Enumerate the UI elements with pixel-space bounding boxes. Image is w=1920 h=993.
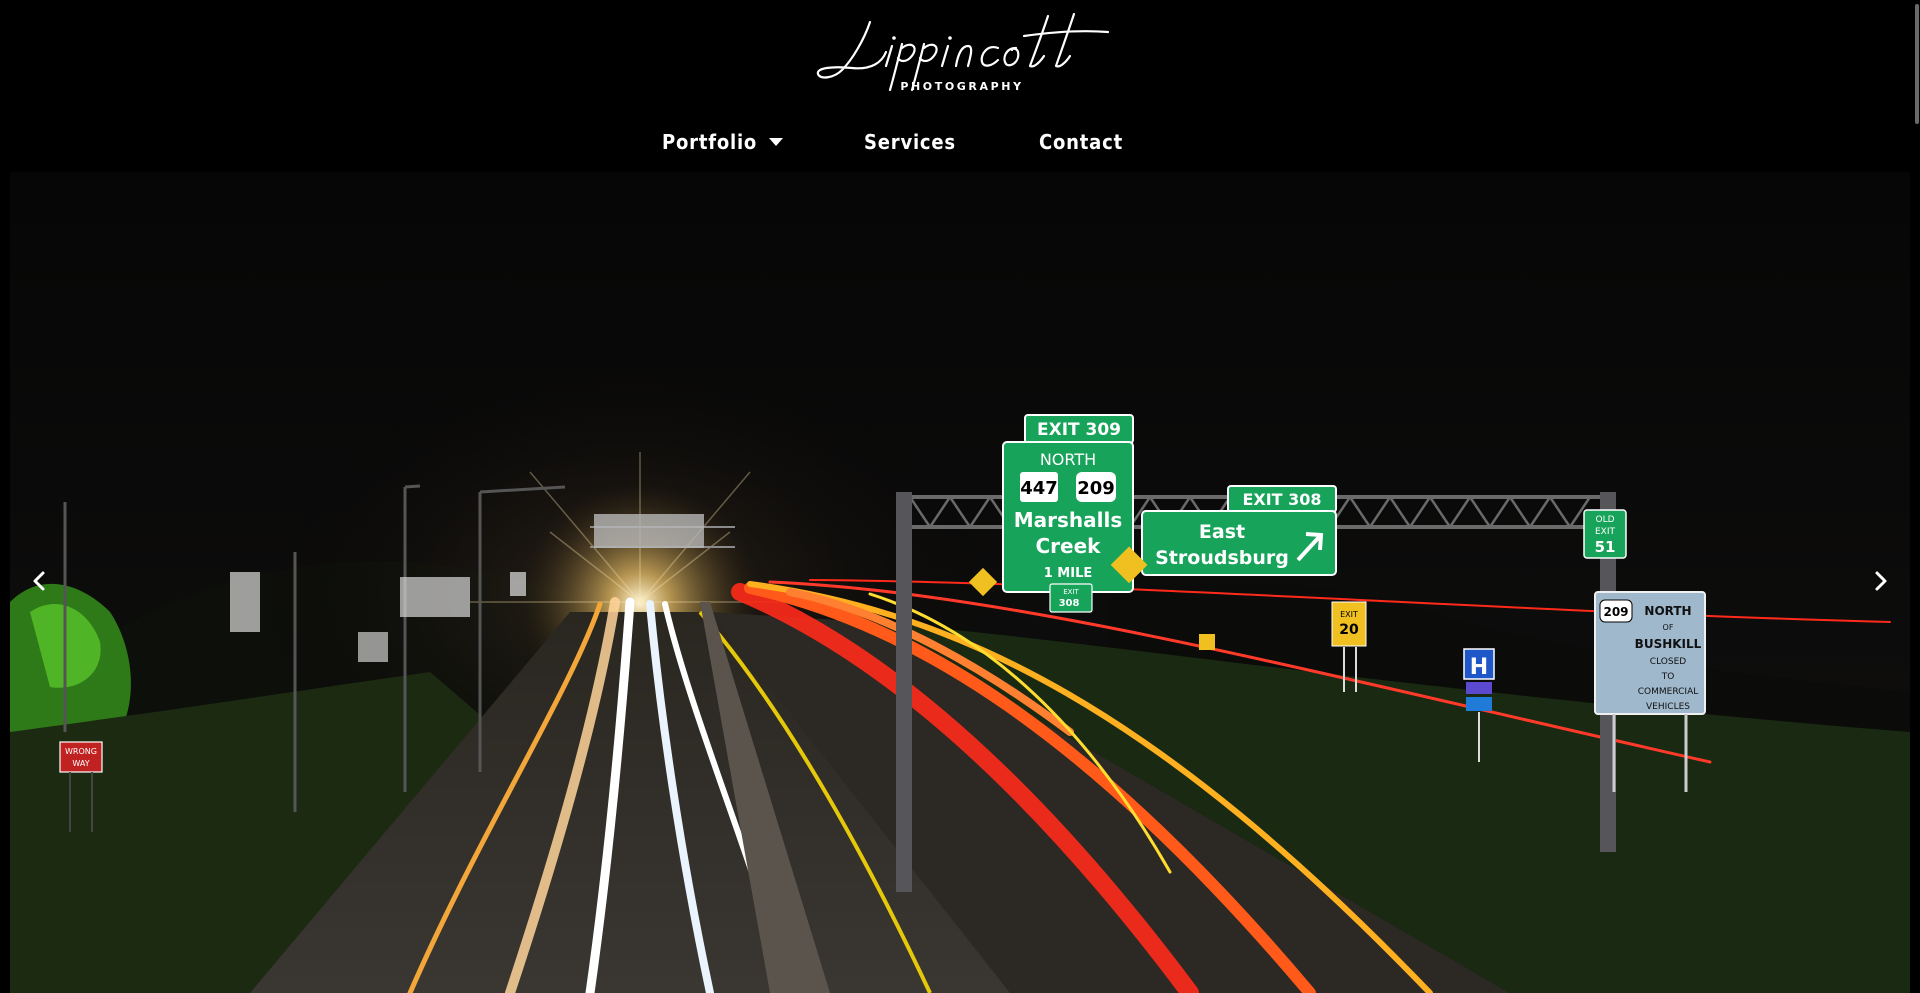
svg-text:COMMERCIAL: COMMERCIAL bbox=[1638, 687, 1699, 697]
svg-text:BUSHKILL: BUSHKILL bbox=[1635, 637, 1702, 651]
svg-text:H: H bbox=[1470, 655, 1488, 680]
svg-text:Creek: Creek bbox=[1036, 534, 1102, 558]
nav-item-services[interactable]: Services bbox=[864, 126, 956, 158]
svg-text:209: 209 bbox=[1603, 605, 1628, 619]
site-logo[interactable]: PHOTOGRAPHY bbox=[812, 10, 1112, 100]
small-exit-308-sign: EXIT 308 bbox=[1049, 583, 1093, 613]
hero-photo: WRONG WAY EXIT 309 NORTH 447 209 Marshal… bbox=[10, 172, 1910, 993]
old-exit-51-sign: OLD EXIT 51 bbox=[1583, 509, 1627, 559]
hero-slider: WRONG WAY EXIT 309 NORTH 447 209 Marshal… bbox=[10, 172, 1910, 993]
nav-item-portfolio-label: Portfolio bbox=[662, 130, 758, 154]
svg-text:EXIT: EXIT bbox=[1063, 588, 1079, 596]
svg-text:WAY: WAY bbox=[72, 759, 89, 768]
svg-text:51: 51 bbox=[1595, 538, 1616, 556]
logo-subtitle: PHOTOGRAPHY bbox=[900, 80, 1024, 93]
nav-item-portfolio[interactable]: Portfolio bbox=[662, 126, 784, 158]
svg-text:OLD: OLD bbox=[1595, 515, 1614, 525]
page-scrollbar[interactable] bbox=[1914, 0, 1920, 993]
scrollbar-thumb[interactable] bbox=[1915, 4, 1919, 124]
nav-item-contact[interactable]: Contact bbox=[1039, 126, 1123, 158]
svg-text:WRONG: WRONG bbox=[65, 747, 97, 756]
svg-text:OF: OF bbox=[1663, 623, 1674, 632]
svg-text:1 MILE: 1 MILE bbox=[1044, 566, 1093, 581]
slider-prev-button[interactable] bbox=[24, 566, 54, 596]
svg-text:EXIT 308: EXIT 308 bbox=[1242, 490, 1321, 509]
svg-text:209: 209 bbox=[1077, 478, 1115, 499]
site-header: PHOTOGRAPHY Portfolio Services Contact bbox=[0, 0, 1920, 172]
svg-text:EXIT 309: EXIT 309 bbox=[1037, 420, 1121, 440]
roadside-sign bbox=[230, 572, 260, 632]
svg-text:VEHICLES: VEHICLES bbox=[1646, 702, 1690, 712]
chevron-right-icon bbox=[1875, 571, 1887, 591]
svg-text:NORTH: NORTH bbox=[1040, 450, 1096, 469]
svg-text:EXIT: EXIT bbox=[1595, 527, 1616, 537]
caret-down-icon bbox=[769, 137, 784, 146]
svg-text:447: 447 bbox=[1020, 478, 1058, 499]
slider-next-button[interactable] bbox=[1866, 566, 1896, 596]
svg-text:Stroudsburg: Stroudsburg bbox=[1155, 547, 1289, 569]
svg-text:308: 308 bbox=[1059, 598, 1080, 609]
chevron-left-icon bbox=[33, 571, 45, 591]
main-nav: Portfolio Services Contact bbox=[0, 126, 1920, 158]
svg-text:TO: TO bbox=[1661, 672, 1675, 682]
svg-text:20: 20 bbox=[1339, 622, 1359, 638]
svg-text:Marshalls: Marshalls bbox=[1014, 508, 1123, 532]
svg-text:East: East bbox=[1199, 521, 1245, 543]
svg-text:CLOSED: CLOSED bbox=[1650, 657, 1686, 667]
svg-text:NORTH: NORTH bbox=[1644, 604, 1691, 618]
svg-text:EXIT: EXIT bbox=[1340, 610, 1358, 619]
